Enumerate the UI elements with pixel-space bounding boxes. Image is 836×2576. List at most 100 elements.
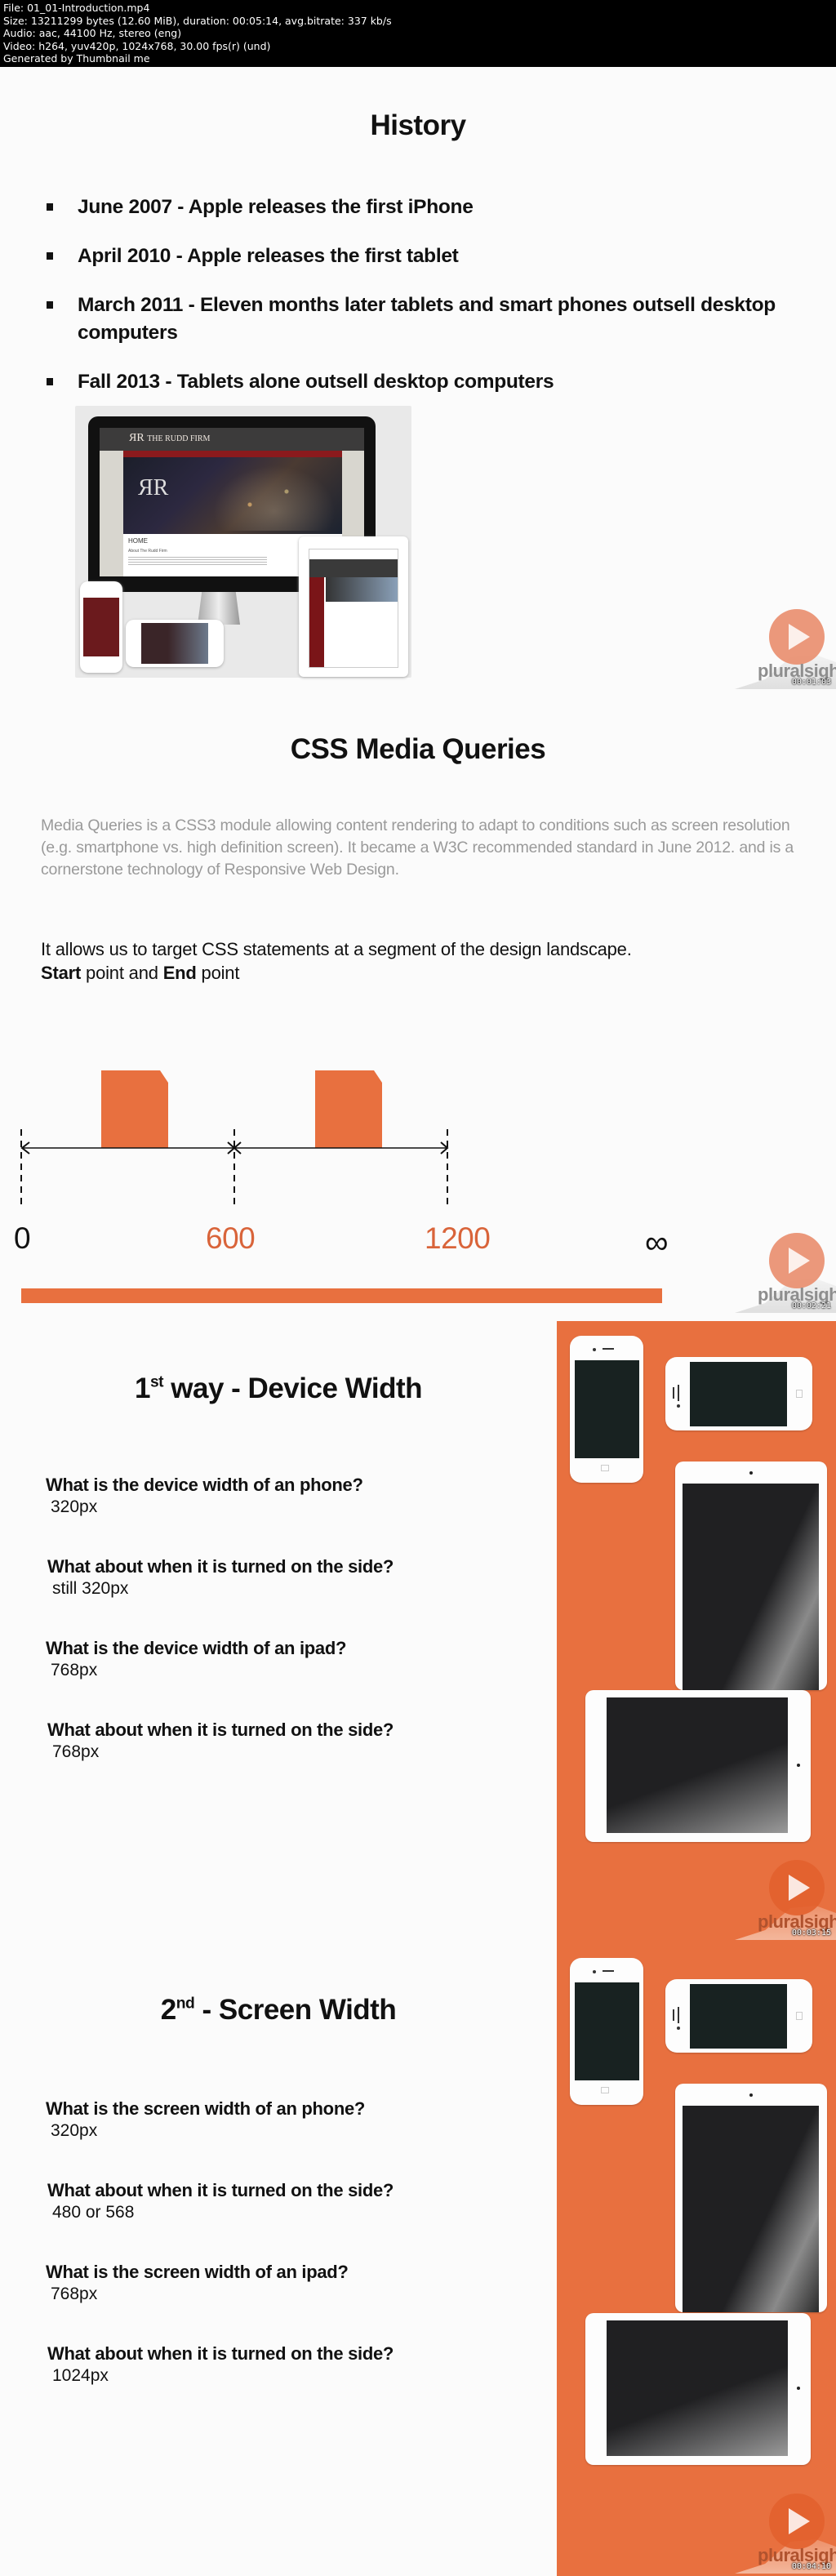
question: What is the screen width of an phone? [46,2098,366,2119]
video-timestamp: 00:03:15 [791,1929,831,1938]
site-logo: ЯR THE RUDD FIRM [129,432,210,445]
answer: 320px [51,1497,98,1516]
file-info-header: File: 01_01-Introduction.mp4 Size: 13211… [0,0,836,67]
play-triangle-icon [789,2508,810,2534]
tablet-screen [309,549,398,668]
breakpoint-label-1200: 1200 [425,1221,491,1255]
camera-icon [677,2027,680,2030]
answer: 768px [51,2285,98,2303]
answer: 768px [52,1742,100,1761]
pluralsight-logo: pluralsight 00:01:03 [735,607,836,689]
bullet-square-icon [47,378,53,385]
pluralsight-logo: pluralsight 00:02:21 [735,1231,836,1313]
bullet-text: Fall 2013 - Tablets alone outsell deskto… [78,371,554,393]
play-triangle-icon [789,1875,810,1901]
qa-item: What about when it is turned on the side… [47,1720,394,1762]
answer: 480 or 568 [52,2203,135,2222]
play-triangle-icon [789,624,810,650]
qa-item: What is the screen width of an phone? 320… [46,2098,365,2141]
camera-icon [749,2093,753,2097]
home-button [601,1465,609,1471]
qa-item: What is the device width of an phone? 320… [46,1475,363,1517]
home-button [601,2087,609,2093]
camera-icon [797,2387,800,2390]
qa-item: What about when it is turned on the side… [47,1556,394,1599]
bullet-text: April 2010 - Apple releases the first ta… [78,245,459,267]
site-text-lines [128,555,267,567]
home-button [796,2012,803,2020]
hero-logo: ЯR [138,475,169,501]
iphone-portrait [570,1336,643,1483]
responsive-devices-image: ЯR THE RUDD FIRM ЯR HOME About The Rudd … [75,406,411,678]
speaker [603,1970,614,1972]
breakpoint-label-infinity: ∞ [645,1225,669,1261]
qa-item: What is the device width of an ipad? 768p… [46,1638,346,1680]
document-shape-1 [101,1070,168,1148]
qa-item: What is the screen width of an ipad? 768p… [46,2262,349,2304]
question: What is the screen width of an ipad? [46,2262,349,2282]
slide-title: 2nd - Screen Width [0,1994,557,2027]
question: What is the device width of an ipad? [46,1638,347,1658]
ipad-portrait [675,1462,827,1690]
tablet-site-sidebar [309,577,324,667]
camera-icon [749,1471,753,1475]
ipad-screen [683,1484,819,1690]
speaker [603,1348,614,1350]
title-number: 1 [134,1373,150,1404]
breakpoint-label-0: 0 [14,1221,31,1255]
site-header: ЯR THE RUDD FIRM [100,428,364,451]
iphone-screen [690,1362,787,1426]
ipad-portrait [675,2084,827,2312]
video-timestamp: 00:02:21 [791,1301,831,1310]
bullet-text: March 2011 - Eleven months later tablets… [78,294,776,344]
logo-mark: ЯR [129,432,145,444]
site-section-heading: About The Rudd Firm [128,549,167,554]
speaker [673,1387,674,1399]
title-ordinal: st [149,1373,164,1391]
speaker [678,1385,679,1401]
file-info-line: Audio: aac, 44100 Hz, stereo (eng) [3,27,182,39]
file-info-line: File: 01_01-Introduction.mp4 [3,2,150,14]
speaker [673,2009,674,2021]
ipad-landscape [585,2313,811,2465]
question: What is the device width of an phone? [46,1475,363,1495]
frame-history: History June 2007 - Apple releases the f… [0,67,836,692]
phone-screen [83,598,119,656]
pluralsight-logo: pluralsight 00:03:15 [735,1858,836,1940]
question: What about when it is turned on the side… [47,1556,394,1577]
frame-device-width: 1st way - Device Width What is the devic… [0,1319,836,1946]
answer: 320px [51,2121,98,2140]
slide-title: History [370,109,466,141]
file-info-line: Size: 13211299 bytes (12.60 MiB), durati… [3,14,392,27]
iphone-landscape [665,1979,812,2053]
answer: still 320px [52,1579,129,1598]
bullet-text: June 2007 - Apple releases the first iPh… [78,196,474,218]
bullet-square-icon [47,252,53,260]
frame-media-queries: CSS Media Queries Media Queries is a CSS… [0,692,836,1319]
iphone-screen [690,1984,787,2049]
site-nav [123,451,342,457]
speaker [678,2007,679,2023]
pluralsight-logo: pluralsight 00:04:10 [735,2492,836,2574]
breakpoint-label-600: 600 [206,1221,256,1255]
question: What about when it is turned on the side… [47,1720,394,1740]
ipad-screen [607,1697,788,1833]
phone-screen [141,623,208,664]
history-bullet: April 2010 - Apple releases the first ta… [45,242,780,270]
phone-landscape [126,620,224,667]
iphone-screen [575,1360,639,1458]
iphone-landscape [665,1357,812,1430]
title-ordinal: nd [176,1995,195,2013]
ipad-screen [683,2106,819,2312]
question: What about when it is turned on the side… [47,2180,394,2200]
camera-icon [677,1404,680,1408]
range-bar [21,1288,662,1303]
history-bullet: June 2007 - Apple releases the first iPh… [45,194,780,221]
title-text: way - Device Width [163,1373,423,1404]
file-info-line: Video: h264, yuv420p, 1024x768, 30.00 fp… [3,39,271,52]
bullet-square-icon [47,203,53,211]
file-info-line: Generated by Thumbnail me [3,52,150,65]
title-number: 2 [160,1994,176,2026]
site-hero-image: ЯR [123,457,342,534]
camera-icon [593,1348,596,1351]
